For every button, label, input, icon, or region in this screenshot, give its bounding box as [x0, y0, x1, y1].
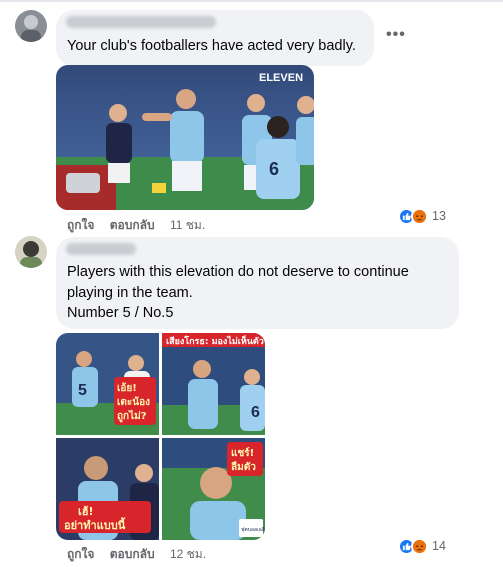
reaction-count: 14	[432, 539, 446, 553]
angry-icon	[411, 537, 428, 555]
svg-text:อย่าทำแบบนี้: อย่าทำแบบนี้	[64, 517, 126, 532]
comment-bubble: Players with this elevation do not deser…	[56, 237, 459, 329]
svg-text:แชร์!: แชร์!	[231, 447, 254, 459]
svg-text:เตะน้อง: เตะน้อง	[117, 396, 150, 408]
timestamp[interactable]: 11 ชม.	[170, 218, 205, 232]
comment-text-line: Number 5 / No.5	[67, 305, 174, 321]
comment-text: Your club's footballers have acted very …	[67, 38, 356, 54]
collage-panel-3: เฮ้! อย่าทำแบบนี้	[56, 438, 159, 540]
comment-actions: ถูกใจ ตอบกลับ 11 ชม.	[67, 216, 217, 235]
like-link[interactable]: ถูกใจ	[67, 547, 94, 561]
angry-icon	[411, 207, 428, 225]
svg-text:เฮ้!: เฮ้!	[78, 505, 94, 518]
svg-text:ถูกไม่?: ถูกไม่?	[117, 409, 147, 423]
comment-image-collage[interactable]: 5 22 เอ้ย! เตะน้อง ถูกไม่? 6 เสียงโกรธ: …	[56, 333, 265, 540]
more-options-icon[interactable]: •••	[386, 26, 406, 44]
top-divider	[0, 0, 503, 2]
reaction-count: 13	[432, 209, 446, 223]
collage-panel-1: 5 22 เอ้ย! เตะน้อง ถูกไม่?	[56, 333, 159, 435]
redacted-author-name	[66, 16, 216, 28]
reply-link[interactable]: ตอบกลับ	[110, 547, 155, 561]
comment-text-line: playing in the team.	[67, 285, 193, 301]
avatar[interactable]	[15, 10, 47, 42]
svg-text:6: 6	[269, 159, 279, 179]
reaction-summary[interactable]: 13	[398, 206, 446, 226]
comment-actions: ถูกใจ ตอบกลับ 12 ชม.	[67, 545, 218, 564]
redacted-author-name	[66, 243, 136, 255]
image-watermark: ELEVEN	[259, 72, 303, 84]
avatar[interactable]	[15, 236, 47, 268]
reaction-summary[interactable]: 14	[398, 536, 446, 556]
svg-text:เอ้ย!: เอ้ย!	[117, 382, 137, 394]
like-link[interactable]: ถูกใจ	[67, 218, 94, 232]
svg-text:6: 6	[251, 404, 260, 421]
comment-bubble: Your club's footballers have acted very …	[56, 10, 374, 66]
comment-text-line: Players with this elevation do not deser…	[67, 264, 409, 280]
reply-link[interactable]: ตอบกลับ	[110, 218, 155, 232]
timestamp[interactable]: 12 ชม.	[170, 547, 206, 561]
svg-text:ลืมตัว: ลืมตัว	[231, 461, 256, 473]
collage-panel-4: แชร์! ลืมตัว ฟุตบอลเอลิก	[162, 438, 265, 540]
svg-text:ฟุตบอลเอลิก: ฟุตบอลเอลิก	[241, 526, 265, 533]
player-figure	[296, 96, 314, 165]
comment-image[interactable]: 6 ELEVEN	[56, 65, 314, 210]
svg-text:5: 5	[78, 382, 87, 399]
collage-panel-2: 6 เสียงโกรธ: มองไม่เห็นตัว	[162, 333, 265, 435]
